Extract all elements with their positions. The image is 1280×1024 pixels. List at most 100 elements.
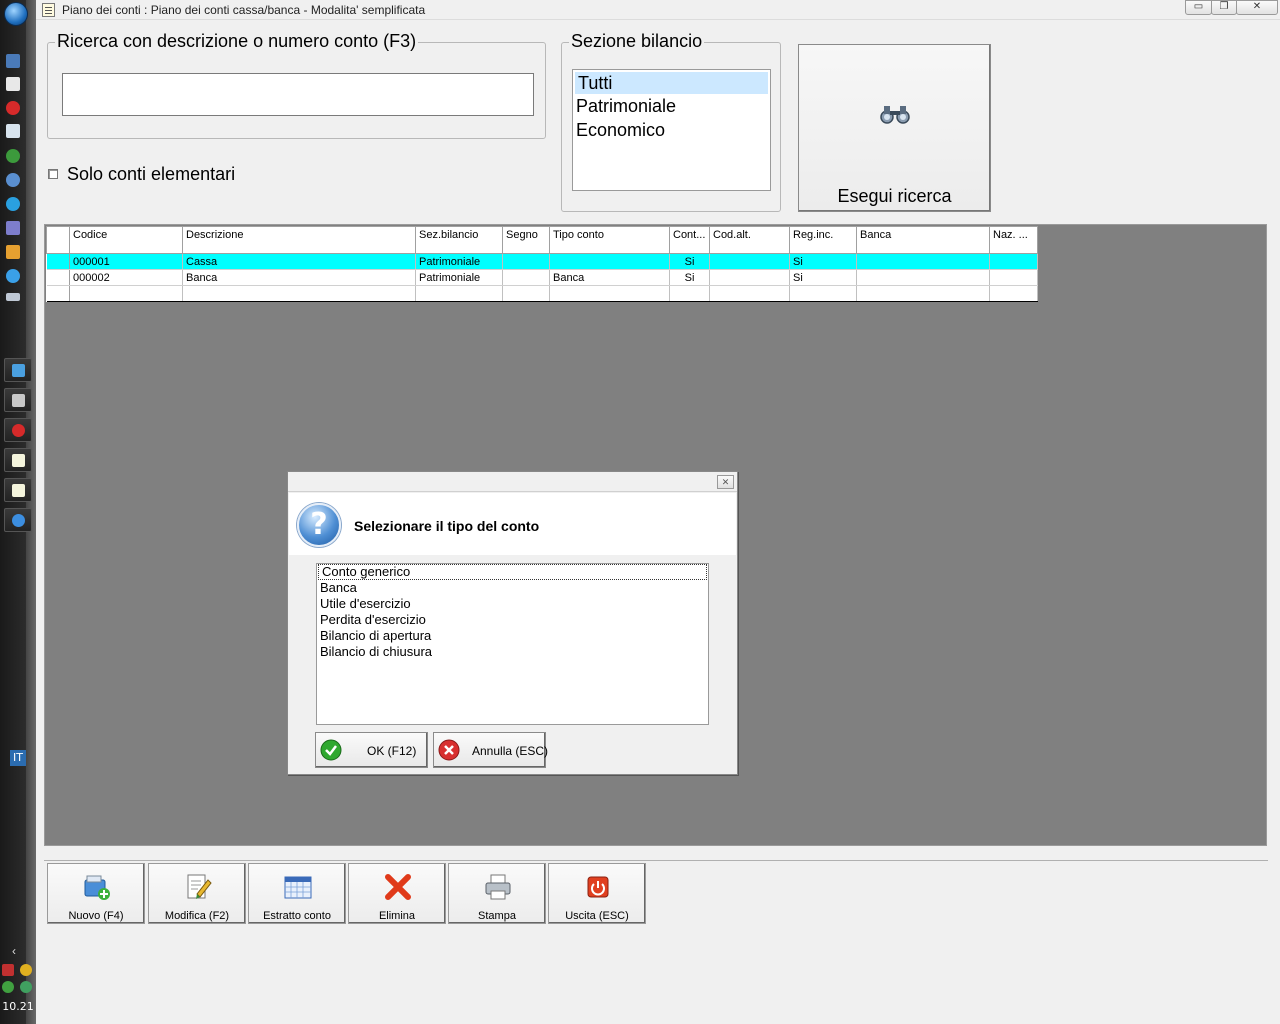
taskbar-tools-button[interactable] (4, 388, 32, 412)
cell-cont[interactable]: Si (669, 253, 710, 270)
quicklaunch-green-app-icon[interactable] (6, 149, 20, 163)
column-header-reg-inc[interactable]: Reg.inc. (789, 226, 857, 254)
search-input[interactable] (62, 73, 534, 116)
stampa-button[interactable]: Stampa (448, 863, 546, 924)
sezione-bilancio-list[interactable]: Tutti Patrimoniale Economico (572, 69, 771, 191)
quicklaunch-media-icon[interactable] (6, 124, 20, 138)
account-type-item[interactable]: Utile d'esercizio (317, 596, 708, 612)
collapse-tray-icon[interactable]: ‹ (12, 944, 16, 958)
column-header-sez-bilancio[interactable]: Sez.bilancio (415, 226, 503, 254)
cell-empty[interactable] (502, 285, 550, 302)
account-type-item[interactable]: Bilancio di apertura (317, 628, 708, 644)
quicklaunch-desktop-icon[interactable] (6, 54, 20, 68)
sezione-item-economico[interactable]: Economico (573, 118, 770, 142)
row-indicator[interactable] (46, 269, 70, 286)
tray-user-icon[interactable] (2, 981, 14, 993)
esegui-ricerca-button[interactable]: Esegui ricerca (798, 44, 991, 212)
minimize-button[interactable]: ▭ (1185, 0, 1212, 15)
column-header-naz[interactable]: Naz. ... (989, 226, 1038, 254)
taskbar-strawberry-button[interactable] (4, 418, 32, 442)
cell-reg-inc[interactable]: Si (789, 269, 857, 286)
sezione-item-tutti[interactable]: Tutti (575, 72, 768, 94)
tray-sync-icon[interactable] (20, 981, 32, 993)
estratto-conto-button[interactable]: Estratto conto (248, 863, 346, 924)
quicklaunch-keyboard-icon[interactable] (6, 293, 20, 301)
cell-descrizione[interactable]: Banca (182, 269, 416, 286)
annulla-button[interactable]: Annulla (ESC) (433, 732, 548, 768)
account-type-item[interactable]: Conto generico (318, 564, 707, 580)
language-indicator[interactable]: IT (10, 750, 26, 766)
cell-cod-alt[interactable] (709, 253, 790, 270)
cell-cont[interactable]: Si (669, 269, 710, 286)
account-type-list[interactable]: Conto generico Banca Utile d'esercizio P… (316, 563, 709, 725)
cell-cod-alt[interactable] (709, 269, 790, 286)
sezione-item-patrimoniale[interactable]: Patrimoniale (573, 94, 770, 118)
close-window-button[interactable]: ✕ (1236, 0, 1278, 15)
column-header-tipo-conto[interactable]: Tipo conto (549, 226, 670, 254)
quicklaunch-globe-icon[interactable] (6, 173, 20, 187)
uscita-button[interactable]: Uscita (ESC) (548, 863, 646, 924)
cell-empty[interactable] (856, 285, 990, 302)
cell-empty[interactable] (415, 285, 503, 302)
column-header-codice[interactable]: Codice (69, 226, 183, 254)
taskbar-document-button[interactable] (4, 448, 32, 472)
quicklaunch-search-icon[interactable] (6, 269, 20, 283)
quicklaunch-doc-arrow-icon[interactable] (6, 77, 20, 91)
cell-sez-bilancio[interactable]: Patrimoniale (415, 253, 503, 270)
account-type-item[interactable]: Banca (317, 580, 708, 596)
cell-empty[interactable] (669, 285, 710, 302)
cell-empty[interactable] (789, 285, 857, 302)
start-orb-icon[interactable] (4, 2, 28, 26)
cell-segno[interactable] (502, 269, 550, 286)
quicklaunch-red-app-icon[interactable] (6, 101, 20, 115)
column-header-banca[interactable]: Banca (856, 226, 990, 254)
modifica-button[interactable]: Modifica (F2) (148, 863, 246, 924)
cell-empty[interactable] (709, 285, 790, 302)
cell-empty[interactable] (182, 285, 416, 302)
nuovo-button[interactable]: Nuovo (F4) (47, 863, 145, 924)
taskbar-users-button[interactable] (4, 358, 32, 382)
tray-network-icon[interactable] (2, 964, 14, 976)
cell-codice[interactable]: 000001 (69, 253, 183, 270)
taskbar-document-button-2[interactable] (4, 478, 32, 502)
cell-descrizione[interactable]: Cassa (182, 253, 416, 270)
cell-reg-inc[interactable]: Si (789, 253, 857, 270)
account-type-item[interactable]: Perdita d'esercizio (317, 612, 708, 628)
accounts-table[interactable]: Codice Descrizione Sez.bilancio Segno Ti… (46, 226, 1038, 302)
quicklaunch-skype-icon[interactable] (6, 197, 20, 211)
table-row[interactable]: 000002 Banca Patrimoniale Banca Si Si (46, 269, 1038, 286)
cell-banca[interactable] (856, 269, 990, 286)
column-header-segno[interactable]: Segno (502, 226, 550, 254)
cell-naz[interactable] (989, 269, 1038, 286)
cell-banca[interactable] (856, 253, 990, 270)
cell-empty[interactable] (69, 285, 183, 302)
row-indicator[interactable] (46, 285, 70, 302)
table-row[interactable]: 000001 Cassa Patrimoniale Si Si (46, 253, 1038, 270)
table-row-empty[interactable] (46, 285, 1038, 302)
elimina-button[interactable]: Elimina (348, 863, 446, 924)
dialog-titlebar[interactable]: ✕ (288, 472, 737, 492)
tray-clock-icon[interactable] (20, 964, 32, 976)
quicklaunch-check-icon[interactable] (6, 221, 20, 235)
row-indicator[interactable] (46, 253, 70, 270)
cell-tipo-conto[interactable]: Banca (549, 269, 670, 286)
account-type-item[interactable]: Bilancio di chiusura (317, 644, 708, 660)
taskbar-clock[interactable]: 10.21 (0, 1000, 36, 1013)
column-header-cont[interactable]: Cont... (669, 226, 710, 254)
restore-button[interactable]: ❐ (1211, 0, 1237, 15)
cell-segno[interactable] (502, 253, 550, 270)
cell-tipo-conto[interactable] (549, 253, 670, 270)
column-header-descrizione[interactable]: Descrizione (182, 226, 416, 254)
taskbar-ie-button[interactable] (4, 508, 32, 532)
cell-empty[interactable] (549, 285, 670, 302)
solo-conti-elementari-label[interactable]: Solo conti elementari (67, 164, 235, 185)
cell-sez-bilancio[interactable]: Patrimoniale (415, 269, 503, 286)
cell-naz[interactable] (989, 253, 1038, 270)
quicklaunch-house-icon[interactable] (6, 245, 20, 259)
dialog-close-button[interactable]: ✕ (717, 475, 734, 489)
column-header-cod-alt[interactable]: Cod.alt. (709, 226, 790, 254)
cell-empty[interactable] (989, 285, 1038, 302)
window-titlebar[interactable]: Piano dei conti : Piano dei conti cassa/… (36, 0, 1280, 20)
cell-codice[interactable]: 000002 (69, 269, 183, 286)
solo-conti-elementari-checkbox[interactable] (48, 169, 58, 179)
